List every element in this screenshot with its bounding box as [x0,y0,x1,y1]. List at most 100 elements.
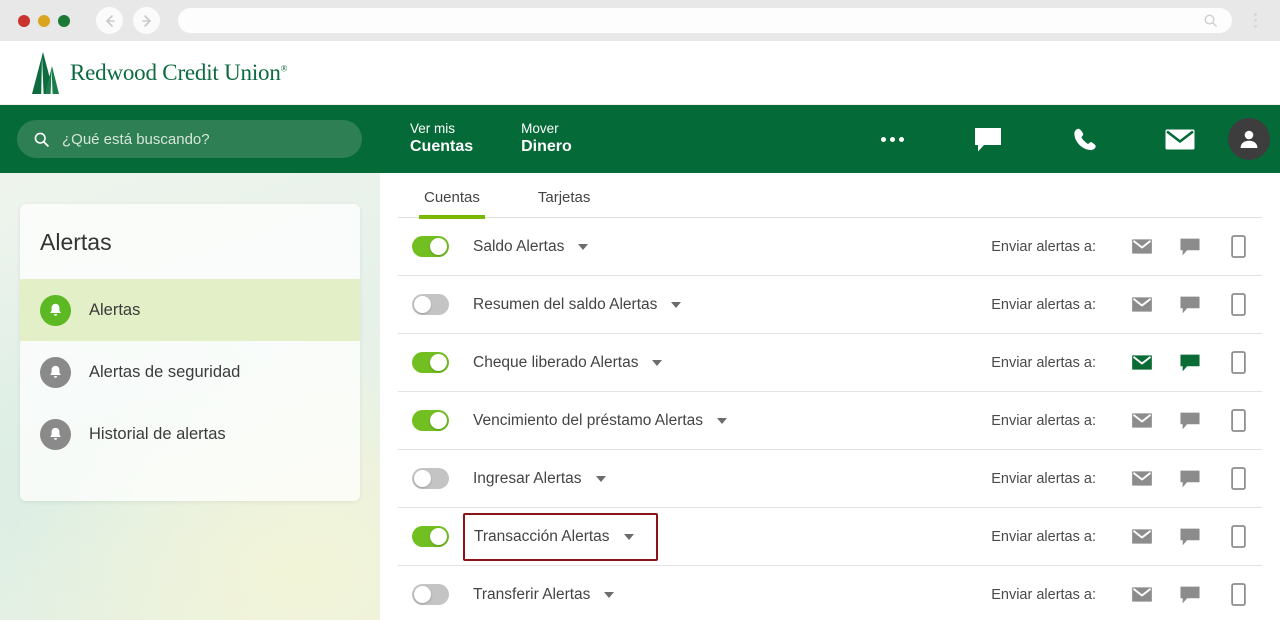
alert-label: Ingresar Alertas [473,469,582,487]
sidebar-card: Alertas Alertas Alertas de seguridad His… [20,204,360,501]
tab-label: Cuentas [424,189,480,206]
alert-label-group[interactable]: Ingresar Alertas [463,461,620,497]
chat-icon[interactable] [1166,353,1214,373]
mobile-icon[interactable] [1214,293,1262,316]
alert-label-group[interactable]: Cheque liberado Alertas [463,345,676,381]
alert-toggle[interactable] [412,410,449,431]
alert-row-left: Resumen del saldo Alertas [398,287,695,323]
chevron-down-icon[interactable] [652,359,663,366]
alert-row-left: Transferir Alertas [398,577,628,613]
chat-icon[interactable] [1166,295,1214,315]
sidebar-item-alertas[interactable]: Alertas [20,279,360,341]
chat-icon[interactable] [1166,411,1214,431]
mobile-icon[interactable] [1214,525,1262,548]
brand-logo[interactable]: Redwood Credit Union® [30,51,287,94]
chat-icon[interactable] [1166,237,1214,257]
search-input[interactable] [62,130,346,148]
chevron-down-icon[interactable] [623,533,634,540]
nav-link-line2: Cuentas [410,138,474,156]
send-alerts-to-label: Enviar alertas a: [991,296,1096,313]
alert-label: Resumen del saldo Alertas [473,295,658,313]
sidebar-item-label: Alertas de seguridad [89,362,241,381]
avatar[interactable] [1228,118,1270,160]
redwood-trees-logo [30,51,60,94]
minimize-window-button[interactable] [38,14,50,27]
tab-tarjetas[interactable]: Tarjetas [536,180,593,217]
maximize-window-button[interactable] [58,14,70,27]
mail-icon[interactable] [1118,354,1166,371]
mobile-icon[interactable] [1214,235,1262,258]
mail-icon[interactable] [1118,586,1166,603]
nav-link-line1: Mover [521,121,559,137]
chevron-down-icon[interactable] [717,417,728,424]
alert-label-group[interactable]: Transacción Alertas [463,512,658,561]
nav-link-line1: Ver mis [410,121,456,137]
search-icon [1203,13,1218,28]
alert-row: Resumen del saldo Alertas Enviar alertas… [398,276,1262,334]
alert-channels: Enviar alertas a: [991,392,1262,449]
mail-icon[interactable] [1132,105,1228,173]
alert-label-group[interactable]: Transferir Alertas [463,577,628,613]
back-arrow-icon[interactable] [96,7,123,34]
tab-label: Tarjetas [537,189,591,206]
close-window-button[interactable] [18,14,30,27]
alert-toggle[interactable] [412,584,449,605]
chevron-down-icon[interactable] [595,475,606,482]
mail-icon[interactable] [1118,412,1166,429]
primary-navbar: Ver mis Cuentas Mover Dinero [0,105,1280,173]
alert-toggle[interactable] [412,526,449,547]
alert-channels: Enviar alertas a: [991,566,1262,620]
mail-icon[interactable] [1118,296,1166,313]
tabs: Cuentas Tarjetas [398,173,1262,219]
sidebar: Alertas Alertas Alertas de seguridad His… [0,173,380,620]
alert-label-group[interactable]: Vencimiento del préstamo Alertas [463,403,741,439]
search-icon [33,131,50,148]
alert-toggle[interactable] [412,294,449,315]
mail-icon[interactable] [1118,528,1166,545]
alert-channels: Enviar alertas a: [991,450,1262,507]
chevron-down-icon[interactable] [604,591,615,598]
person-icon [1240,130,1258,148]
alert-row: Vencimiento del préstamo Alertas Enviar … [398,392,1262,450]
nav-link-line2: Dinero [521,138,572,156]
nav-link-mover-dinero[interactable]: Mover Dinero [521,120,572,158]
send-alerts-to-label: Enviar alertas a: [991,528,1096,545]
alert-toggle[interactable] [412,352,449,373]
chevron-down-icon[interactable] [671,301,682,308]
send-alerts-to-label: Enviar alertas a: [991,470,1096,487]
alert-label: Cheque liberado Alertas [473,353,639,371]
tab-cuentas[interactable]: Cuentas [419,180,485,219]
mail-icon[interactable] [1118,470,1166,487]
nav-link-ver-mis-cuentas[interactable]: Ver mis Cuentas [410,120,473,158]
sidebar-item-historial-de-alertas[interactable]: Historial de alertas [20,403,360,465]
chevron-down-icon[interactable] [578,243,589,250]
mobile-icon[interactable] [1214,351,1262,374]
alert-toggle[interactable] [412,468,449,489]
more-ellipsis-icon[interactable] [844,105,940,173]
mobile-icon[interactable] [1214,409,1262,432]
alert-label-group[interactable]: Resumen del saldo Alertas [463,287,695,323]
chat-icon[interactable] [940,105,1036,173]
alert-label-group[interactable]: Saldo Alertas [463,229,602,265]
phone-icon[interactable] [1036,105,1132,173]
chat-icon[interactable] [1166,585,1214,605]
chat-icon[interactable] [1166,527,1214,547]
alert-row: Saldo Alertas Enviar alertas a: [398,218,1262,276]
browser-chrome [0,0,1280,41]
window-traffic-lights [18,14,70,27]
sidebar-item-alertas-de-seguridad[interactable]: Alertas de seguridad [20,341,360,403]
alert-channels: Enviar alertas a: [991,276,1262,333]
site-search[interactable] [17,120,362,158]
mobile-icon[interactable] [1214,583,1262,606]
alert-toggle[interactable] [412,236,449,257]
alert-row: Ingresar Alertas Enviar alertas a: [398,450,1262,508]
address-bar[interactable] [178,8,1232,33]
kebab-menu-icon[interactable] [1246,13,1264,28]
chat-icon[interactable] [1166,469,1214,489]
navbar-links: Ver mis Cuentas Mover Dinero [410,120,572,158]
navbar-icons [844,105,1280,173]
forward-arrow-icon[interactable] [133,7,160,34]
mail-icon[interactable] [1118,238,1166,255]
mobile-icon[interactable] [1214,467,1262,490]
bell-icon [40,418,71,450]
